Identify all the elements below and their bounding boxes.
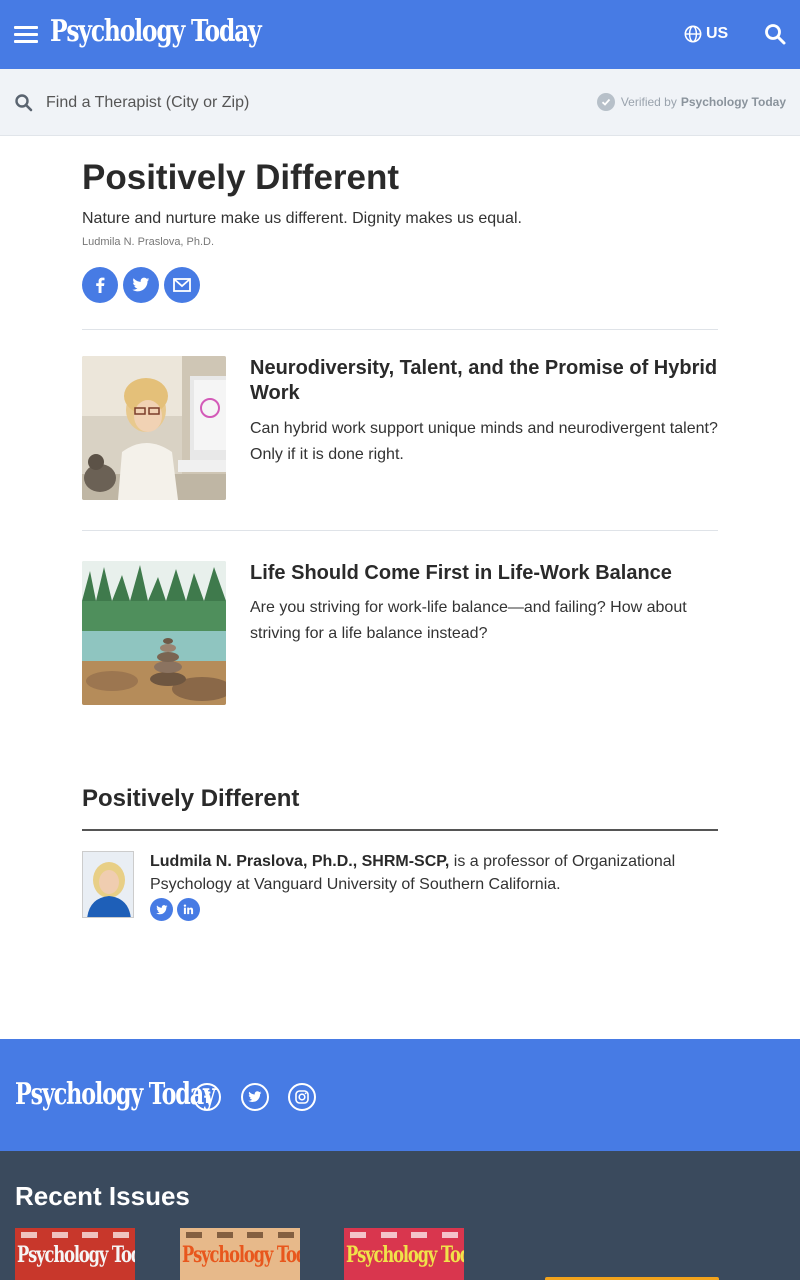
search-icon[interactable]	[763, 22, 787, 46]
search-icon	[15, 94, 33, 112]
footer-instagram-link[interactable]	[288, 1083, 316, 1111]
twitter-icon	[248, 1091, 262, 1102]
facebook-icon	[204, 1091, 211, 1103]
recent-issues-section: Recent Issues Psychology Today Psycholog…	[0, 1151, 800, 1280]
blog-title: Positively Different	[82, 158, 400, 197]
magazine-cover[interactable]: Psychology Today	[180, 1228, 300, 1280]
author-bio: Ludmila N. Praslova, Ph.D., SHRM-SCP, is…	[150, 850, 710, 896]
checkmark-icon	[596, 93, 615, 111]
cover-masthead: Psychology Today	[182, 1242, 300, 1268]
footer-twitter-link[interactable]	[241, 1083, 269, 1111]
article-thumbnail[interactable]	[82, 356, 226, 500]
twitter-icon	[132, 277, 150, 292]
site-header: Psychology Today US	[0, 0, 800, 69]
verified-prefix: Verified by	[620, 95, 677, 109]
twitter-share-button[interactable]	[123, 267, 159, 303]
footer-social-bar: Psychology Today	[0, 1039, 800, 1151]
blog-author[interactable]: Ludmila N. Praslova, Ph.D.	[82, 236, 214, 248]
facebook-icon	[96, 277, 105, 293]
verified-badge: Verified by Psychology Today	[596, 93, 786, 111]
article-thumbnail[interactable]	[82, 561, 226, 705]
cover-masthead: Psychology Today	[346, 1242, 464, 1268]
country-selector[interactable]: US	[684, 22, 728, 46]
recent-issues-title: Recent Issues	[15, 1181, 190, 1211]
magazine-cover[interactable]: Psychology Today	[344, 1228, 464, 1280]
twitter-icon	[155, 904, 167, 914]
author-linkedin-link[interactable]	[177, 898, 200, 921]
therapist-search-bar: Verified by Psychology Today	[0, 69, 800, 136]
article-title[interactable]: Life Should Come First in Life-Work Bala…	[250, 561, 718, 586]
article-card: Life Should Come First in Life-Work Bala…	[82, 561, 718, 705]
article-description: Can hybrid work support unique minds and…	[250, 420, 718, 463]
country-label: US	[706, 25, 729, 42]
about-section-title: Positively Different	[82, 785, 300, 812]
verified-brand: Psychology Today	[680, 95, 786, 109]
author-social-links	[150, 898, 204, 921]
footer-logo[interactable]: Psychology Today	[15, 1077, 216, 1112]
blog-tagline: Nature and nurture make us different. Di…	[82, 210, 522, 227]
linkedin-icon	[183, 904, 194, 915]
site-logo[interactable]: Psychology Today	[50, 14, 262, 49]
share-buttons	[82, 267, 205, 303]
footer-facebook-link[interactable]	[193, 1083, 221, 1111]
section-divider	[82, 329, 718, 330]
author-twitter-link[interactable]	[150, 898, 173, 921]
email-icon	[173, 278, 191, 292]
facebook-share-button[interactable]	[82, 267, 118, 303]
hamburger-menu-icon[interactable]	[14, 26, 38, 44]
therapist-location-input[interactable]	[46, 89, 466, 117]
article-title[interactable]: Neurodiversity, Talent, and the Promise …	[250, 356, 718, 406]
email-share-button[interactable]	[164, 267, 200, 303]
author-name[interactable]: Ludmila N. Praslova, Ph.D., SHRM-SCP,	[150, 853, 449, 870]
section-divider	[82, 530, 718, 531]
author-avatar[interactable]	[82, 851, 134, 918]
cover-masthead: Psychology Today	[17, 1242, 135, 1268]
instagram-icon	[295, 1090, 309, 1104]
section-rule	[82, 829, 718, 831]
magazine-cover[interactable]: Psychology Today	[15, 1228, 135, 1280]
article-card: Neurodiversity, Talent, and the Promise …	[82, 356, 718, 500]
article-description: Are you striving for work-life balance—a…	[250, 599, 687, 642]
globe-icon	[684, 25, 702, 43]
